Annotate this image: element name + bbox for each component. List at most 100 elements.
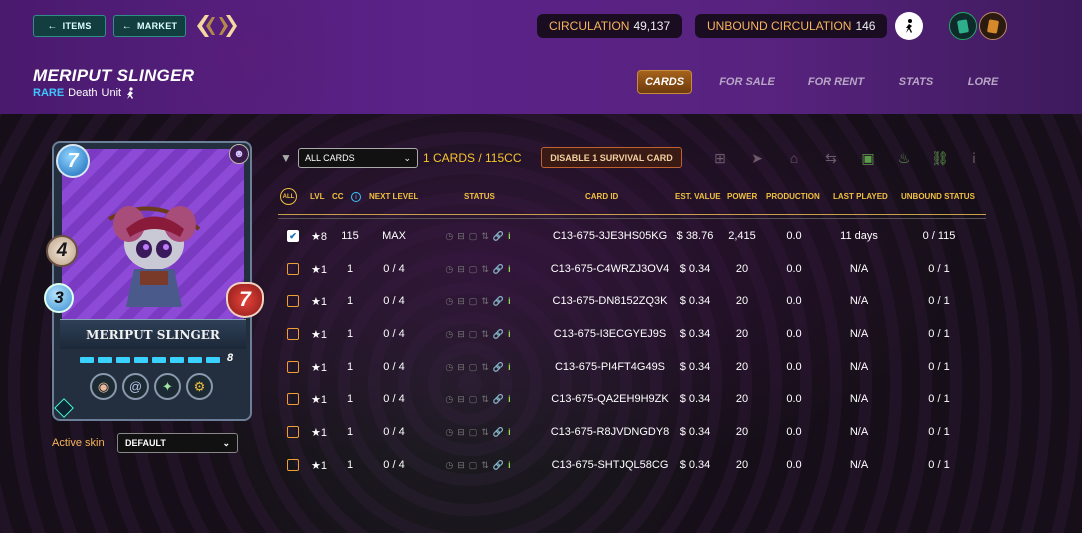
clock-icon: ◷ <box>445 361 454 372</box>
row-checkbox[interactable] <box>287 295 299 307</box>
card-deck-icon[interactable] <box>979 12 1007 40</box>
burn-fire-icon[interactable]: ♨ <box>895 149 913 167</box>
table-row[interactable]: ✔ ★8 115 MAX ◷ ⊟ ▢ ⇅ 🔗 i C13-675-3JE3HS05KG $ 38.76… <box>278 220 986 252</box>
sparkle-ability-icon[interactable]: ✦ <box>154 373 181 400</box>
row-card-id[interactable]: C13-675-QA2EH9H9ZK <box>540 383 680 415</box>
card-filter-select[interactable]: ALL CARDS ⌄ <box>298 148 418 168</box>
lock-icon[interactable]: ▣ <box>859 149 877 167</box>
link-icon[interactable]: 🔗 <box>493 329 504 340</box>
info-icon[interactable]: i <box>508 231 511 241</box>
info-icon[interactable]: i <box>508 362 511 372</box>
link-icon[interactable]: 🔗 <box>493 264 504 275</box>
link-icon[interactable]: 🔗 <box>493 427 504 438</box>
circulation-pill: CIRCULATION 49,137 <box>537 14 683 38</box>
card-image[interactable]: MERIPUT SLINGER 8 ◉ @ ✦ ⚙ <box>52 141 252 421</box>
card-collection-icon[interactable] <box>949 12 977 40</box>
spiral-ability-icon[interactable]: @ <box>122 373 149 400</box>
items-nav-label: ITEMS <box>62 21 92 31</box>
table-row[interactable]: ★1 1 0 / 4 ◷ ⊟ ▢ ⇅ 🔗 i C13-675-QA2EH9H9ZK $ 0.34 20… <box>278 383 986 415</box>
row-card-id[interactable]: C13-675-DN8152ZQ3K <box>540 285 680 317</box>
row-last-played: N/A <box>849 361 869 373</box>
market-nav-label: MARKET <box>137 21 178 31</box>
row-est-value: $ 0.34 <box>679 426 711 438</box>
row-checkbox[interactable] <box>287 263 299 275</box>
tab-for-sale-label: FOR SALE <box>719 76 775 88</box>
disable-survival-button[interactable]: DISABLE 1 SURVIVAL CARD <box>541 147 682 168</box>
link-icon[interactable]: 🔗 <box>493 394 504 405</box>
table-row[interactable]: ★1 1 0 / 4 ◷ ⊟ ▢ ⇅ 🔗 i C13-675-DN8152ZQ3K $ 0.34 20… <box>278 285 986 317</box>
row-card-id[interactable]: C13-675-R8JVDNGDY8 <box>540 416 680 448</box>
info-icon[interactable]: i <box>508 329 511 339</box>
row-checkbox[interactable]: ✔ <box>287 230 299 242</box>
card-name-plate: MERIPUT SLINGER <box>60 319 246 349</box>
type-label: Unit <box>101 87 122 99</box>
link-icon[interactable]: 🔗 <box>493 231 504 242</box>
row-card-id[interactable]: C13-675-I3ECGYEJ9S <box>540 318 680 350</box>
info-icon[interactable]: i <box>508 427 511 437</box>
cc-info-icon[interactable]: i <box>351 192 361 202</box>
row-last-played: N/A <box>849 393 869 405</box>
clock-icon: ◷ <box>445 295 454 306</box>
active-skin-select[interactable]: DEFAULT ⌄ <box>117 433 238 453</box>
row-checkbox[interactable] <box>287 426 299 438</box>
header-est-value: EST. VALUE <box>675 192 721 201</box>
unit-type-toggle-icon[interactable] <box>895 12 923 40</box>
transfer-icon: ⇅ <box>481 295 489 306</box>
row-card-id[interactable]: C13-675-PI4FT4G49S <box>540 351 680 383</box>
table-row[interactable]: ★1 1 0 / 4 ◷ ⊟ ▢ ⇅ 🔗 i C13-675-SHTJQL58CG $ 0.34 20… <box>278 449 986 481</box>
splinterlands-logo-icon[interactable] <box>195 13 239 39</box>
market-store-icon[interactable]: ⌂ <box>785 149 803 167</box>
row-status-icons: ◷ ⊟ ▢ ⇅ 🔗 i <box>432 383 524 415</box>
row-card-id[interactable]: C13-675-C4WRZJ3OV4 <box>540 253 680 285</box>
table-row[interactable]: ★1 1 0 / 4 ◷ ⊟ ▢ ⇅ 🔗 i C13-675-I3ECGYEJ9S $ 0.34 20… <box>278 318 986 350</box>
active-skin-value: DEFAULT <box>125 438 166 448</box>
tab-for-sale[interactable]: FOR SALE <box>715 70 779 94</box>
link-icon[interactable]: 🔗 <box>493 460 504 471</box>
row-unbound-status: 0 / 1 <box>928 459 950 471</box>
tab-lore[interactable]: LORE <box>963 70 1003 94</box>
table-row[interactable]: ★1 1 0 / 4 ◷ ⊟ ▢ ⇅ 🔗 i C13-675-C4WRZJ3OV4 $ 0.34 20… <box>278 253 986 285</box>
row-checkbox[interactable] <box>287 393 299 405</box>
link-icon[interactable]: 🔗 <box>493 362 504 373</box>
row-checkbox[interactable] <box>287 459 299 471</box>
table-row[interactable]: ★1 1 0 / 4 ◷ ⊟ ▢ ⇅ 🔗 i C13-675-PI4FT4G49S $ 0.34 20… <box>278 351 986 383</box>
arrow-left-icon: ← <box>47 20 58 32</box>
tab-stats[interactable]: STATS <box>893 70 939 94</box>
row-power: 20 <box>735 295 749 307</box>
info-icon[interactable]: i <box>508 264 511 274</box>
info-icon[interactable]: ⅰ <box>965 149 983 167</box>
row-checkbox[interactable] <box>287 328 299 340</box>
card-filter-value: ALL CARDS <box>305 153 355 163</box>
link-icon[interactable]: 🔗 <box>493 296 504 307</box>
table-row[interactable]: ★1 1 0 / 4 ◷ ⊟ ▢ ⇅ 🔗 i C13-675-R8JVDNGDY8 $ 0.34 20… <box>278 416 986 448</box>
info-icon[interactable]: i <box>508 394 511 404</box>
row-power: 20 <box>735 328 749 340</box>
header-divider-2 <box>278 218 986 219</box>
transfer-arrows-icon[interactable]: ⇆ <box>822 149 840 167</box>
mana-stat: 7 <box>56 144 90 178</box>
info-icon[interactable]: i <box>508 296 511 306</box>
tab-cards[interactable]: CARDS <box>637 70 692 94</box>
clock-icon: ◷ <box>445 393 454 404</box>
rarity-label: RARE <box>33 87 65 99</box>
lock-icon: ▢ <box>468 361 478 372</box>
combine-cards-icon[interactable]: ⊞ <box>711 149 729 167</box>
row-unbound-status: 0 / 115 <box>922 230 956 242</box>
row-card-id[interactable]: C13-675-SHTJQL58CG <box>540 449 680 481</box>
row-card-id[interactable]: C13-675-3JE3HS05KG <box>540 220 680 252</box>
items-nav-button[interactable]: ← ITEMS <box>33 15 106 37</box>
transfer-icon: ⇅ <box>481 230 489 241</box>
coin-ability-icon[interactable]: ⚙ <box>186 373 213 400</box>
row-checkbox[interactable] <box>287 361 299 373</box>
filter-icon: ▼ <box>280 151 292 165</box>
shield-ability-icon[interactable]: ◉ <box>90 373 117 400</box>
info-icon[interactable]: i <box>508 460 511 470</box>
market-nav-button[interactable]: ← MARKET <box>113 15 186 37</box>
header-power: POWER <box>727 192 758 201</box>
tab-for-rent[interactable]: FOR RENT <box>803 70 869 94</box>
row-next-level: 0 / 4 <box>383 361 405 373</box>
send-cards-icon[interactable]: ➤ <box>748 149 766 167</box>
unlink-icon[interactable]: ⛓ <box>931 149 949 167</box>
select-all-toggle[interactable]: ALL <box>280 188 297 205</box>
row-production: 0.0 <box>786 230 802 242</box>
